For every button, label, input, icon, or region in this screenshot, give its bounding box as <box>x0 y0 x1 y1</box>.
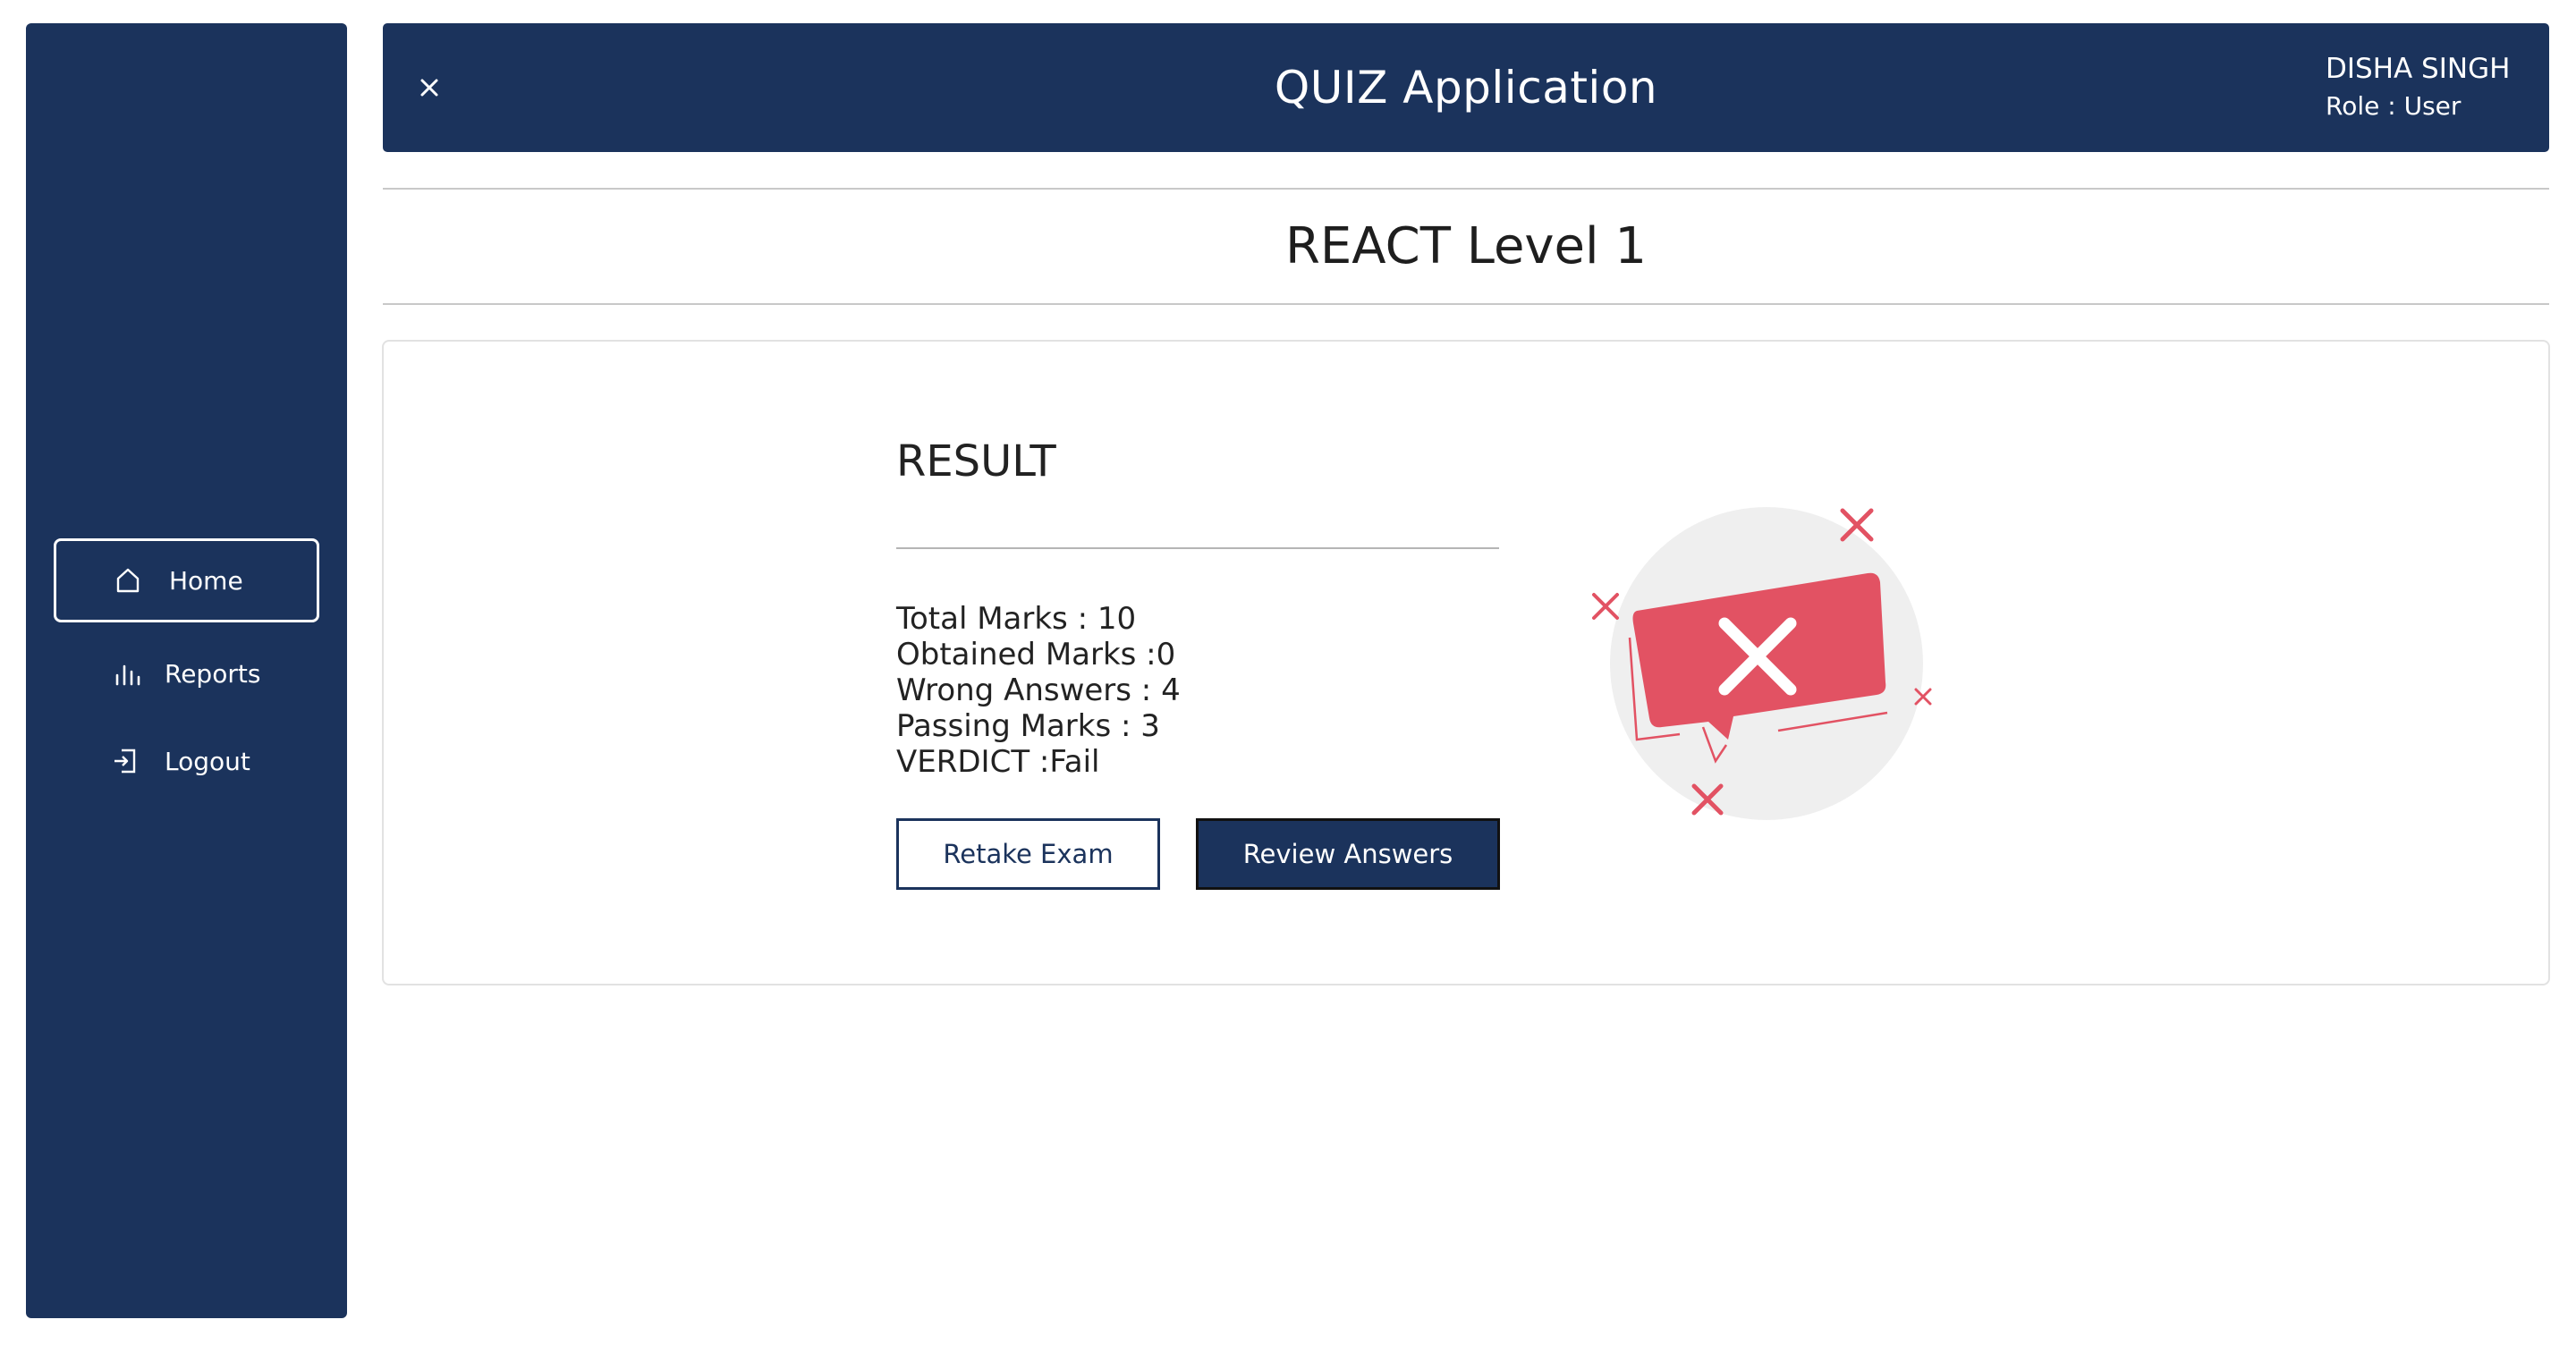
result-stats: Total Marks : 10 Obtained Marks :0 Wrong… <box>896 601 1181 780</box>
sidebar-item-label: Logout <box>165 746 250 776</box>
sidebar-item-label: Home <box>169 565 243 596</box>
sidebar-item-reports[interactable]: Reports <box>54 631 319 715</box>
divider <box>383 303 2549 305</box>
user-info: DISHA SINGH Role : User <box>2326 50 2510 125</box>
passing-marks: Passing Marks : 3 <box>896 708 1160 744</box>
sidebar: Home Reports Logout <box>26 23 347 1318</box>
user-name: DISHA SINGH <box>2326 53 2511 85</box>
app-header: QUIZ Application DISHA SINGH Role : User <box>383 23 2549 152</box>
app-title: QUIZ Application <box>1274 62 1658 114</box>
result-divider <box>896 547 1499 549</box>
sidebar-item-logout[interactable]: Logout <box>54 719 319 803</box>
verdict: VERDICT :Fail <box>896 744 1100 780</box>
retake-exam-button[interactable]: Retake Exam <box>896 818 1160 890</box>
quiz-title: REACT Level 1 <box>1285 216 1647 275</box>
obtained-marks: Obtained Marks :0 <box>896 637 1176 672</box>
total-marks: Total Marks : 10 <box>896 601 1137 637</box>
logout-icon <box>107 743 143 779</box>
failed-result-illustration <box>1583 496 1959 836</box>
sidebar-item-label: Reports <box>165 658 261 689</box>
home-icon <box>110 563 146 598</box>
review-answers-button[interactable]: Review Answers <box>1196 818 1500 890</box>
wrong-answers: Wrong Answers : 4 <box>896 672 1181 708</box>
divider <box>383 188 2549 190</box>
result-heading: RESULT <box>896 436 1056 486</box>
bar-chart-icon <box>109 656 145 691</box>
user-role: Role : User <box>2326 91 2462 121</box>
sidebar-item-home[interactable]: Home <box>54 538 319 622</box>
